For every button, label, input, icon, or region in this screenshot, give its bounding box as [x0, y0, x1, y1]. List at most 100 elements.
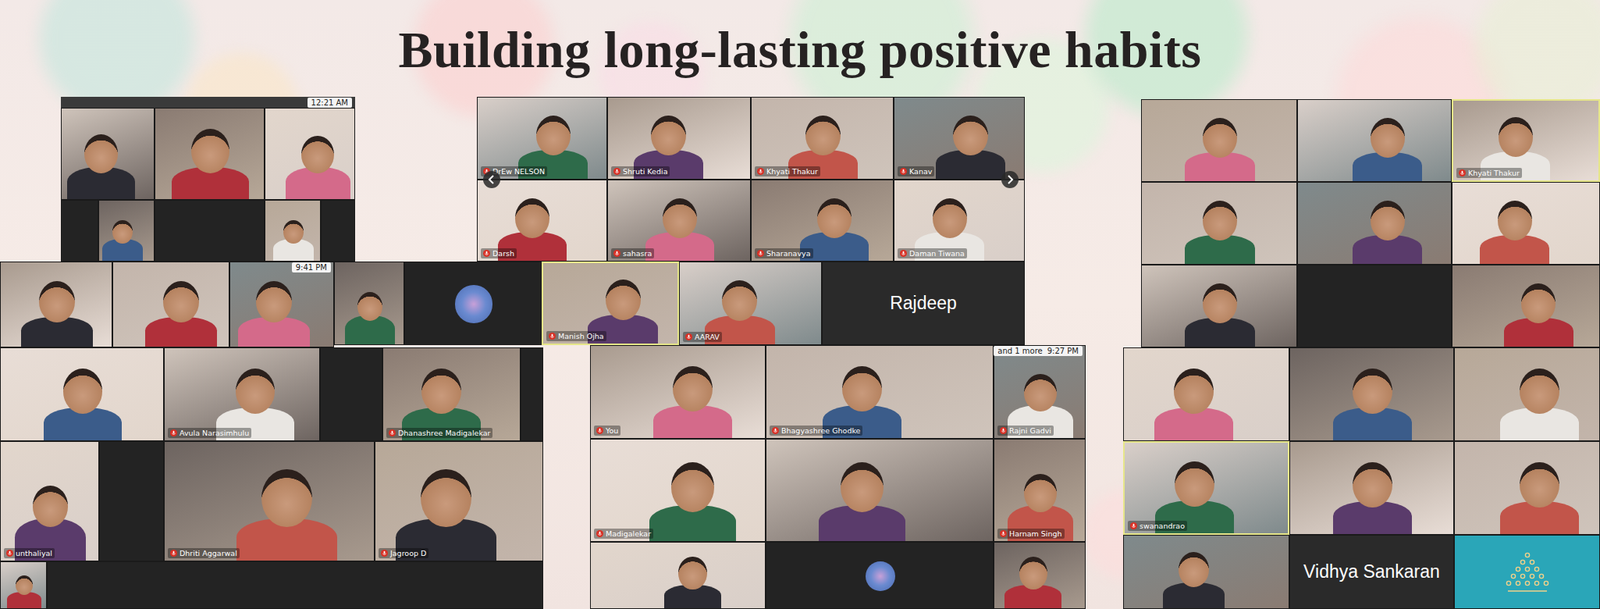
participant-tile[interactable]: [1451, 264, 1600, 348]
participant-tile[interactable]: Jagroop D: [374, 440, 544, 562]
participant-tile[interactable]: [993, 541, 1086, 609]
empty-tile: [321, 200, 355, 261]
participant-tile[interactable]: Dhanashree Madigalekar: [382, 347, 521, 441]
participant-label: swanandrao: [1127, 520, 1188, 531]
participant-tile[interactable]: Harnam Singh: [993, 438, 1086, 542]
person-face: [283, 220, 304, 244]
participant-tile[interactable]: [404, 261, 542, 345]
video-feed: [1123, 348, 1289, 441]
participant-tile[interactable]: Avula Narasimhulu: [163, 347, 320, 441]
mic-icon: [596, 426, 604, 434]
participant-tile[interactable]: [1141, 181, 1298, 265]
video-feed: [1454, 348, 1600, 441]
participant-tile[interactable]: You: [590, 344, 766, 439]
person-face: [1352, 462, 1392, 508]
participant-tile[interactable]: [320, 347, 383, 441]
participant-tile[interactable]: Vidhya Sankaran: [1289, 534, 1455, 609]
participant-tile[interactable]: [154, 107, 265, 200]
video-feed: [1141, 99, 1297, 182]
participant-tile[interactable]: [1141, 264, 1298, 348]
next-page-icon[interactable]: [1001, 170, 1019, 189]
participant-tile[interactable]: [1297, 99, 1452, 182]
participant-tile[interactable]: [0, 347, 164, 441]
participant-tile[interactable]: [98, 199, 155, 262]
person-face: [671, 462, 715, 512]
participant-tile[interactable]: [765, 541, 994, 609]
participant-tile[interactable]: [154, 199, 265, 262]
person-face: [1019, 556, 1048, 590]
video-feed: [1452, 265, 1600, 347]
participant-tile[interactable]: Sharanavya: [750, 179, 894, 262]
participant-tile[interactable]: Daman Tiwana: [893, 179, 1025, 262]
person-face: [15, 575, 33, 595]
person-face: [672, 366, 712, 412]
participant-tile[interactable]: [0, 561, 47, 609]
person-face: [515, 198, 550, 239]
participant-tile[interactable]: [765, 438, 994, 542]
participant-tile[interactable]: Shruti Kedia: [607, 96, 751, 180]
slide-title: Building long-lasting positive habits: [398, 20, 1202, 80]
participant-tile[interactable]: unthaliyal: [0, 440, 100, 562]
participant-tile[interactable]: [320, 199, 356, 262]
participant-tile[interactable]: Dhriti Aggarwal: [163, 440, 375, 562]
participant-tile[interactable]: [264, 199, 321, 262]
video-feed: [230, 262, 334, 347]
mic-icon: [548, 332, 556, 340]
participant-tile[interactable]: Bhagyashree Ghodke: [765, 344, 994, 439]
participant-tile[interactable]: [264, 107, 356, 200]
participant-name: Manish Ojha: [558, 331, 605, 341]
person-face: [357, 291, 383, 321]
video-feed: [375, 441, 543, 561]
video-feed: [1290, 441, 1454, 534]
participant-tile[interactable]: DrEw NELSON: [476, 96, 608, 180]
participant-tile[interactable]: [1454, 440, 1600, 535]
video-feed: [164, 441, 374, 561]
participant-tile[interactable]: [46, 561, 544, 609]
participant-tile[interactable]: [1297, 264, 1452, 348]
participant-tile[interactable]: [520, 347, 544, 441]
avatar-tile: [405, 262, 541, 345]
participant-tile[interactable]: [229, 261, 335, 348]
participant-tile[interactable]: [1289, 440, 1455, 535]
participant-label: Khyati Thakur: [1456, 167, 1522, 178]
participant-tile[interactable]: Khyati Thakur: [750, 96, 894, 180]
empty-tile: [1297, 265, 1451, 347]
participant-tile[interactable]: [1123, 534, 1290, 609]
previous-page-icon[interactable]: [483, 170, 501, 189]
avatar-picture: [455, 284, 493, 323]
participant-tile[interactable]: Kanav: [893, 96, 1025, 180]
participant-name: Khyati Thakur: [766, 167, 818, 176]
video-feed: [994, 542, 1085, 608]
participant-tile[interactable]: [1297, 181, 1452, 265]
participant-tile[interactable]: [0, 261, 113, 348]
participant-tile[interactable]: swanandrao: [1123, 440, 1290, 535]
tile-row: Madigalekar Harnam Singh: [590, 438, 1086, 542]
participant-tile[interactable]: Rajdeep: [821, 261, 1025, 345]
participant-tile[interactable]: Manish Ojha: [541, 261, 680, 345]
participant-tile[interactable]: [99, 440, 164, 562]
participant-name: Kanav: [909, 167, 932, 176]
participant-tile[interactable]: [1123, 347, 1290, 441]
participant-tile[interactable]: [590, 541, 766, 609]
participant-tile[interactable]: [60, 107, 155, 200]
participant-tile[interactable]: [1451, 181, 1600, 265]
participant-label: Daman Tiwana: [897, 248, 968, 259]
participant-label: Shruti Kedia: [611, 166, 670, 177]
participant-tile[interactable]: [1289, 347, 1455, 441]
video-feed: [164, 348, 320, 441]
participant-tile[interactable]: sahasra: [607, 179, 751, 262]
tile-row: DrEw NELSON Shruti Kedia Khyati Thakur Kana…: [476, 96, 1025, 180]
participant-tile[interactable]: [60, 199, 99, 262]
participant-tile[interactable]: AARAV: [679, 261, 822, 345]
participant-name: DrEw NELSON: [492, 167, 545, 176]
participant-tile[interactable]: Rajni Gadvi: [993, 344, 1086, 439]
participant-tile[interactable]: Darsh: [476, 179, 608, 262]
participant-tile[interactable]: [1141, 99, 1298, 182]
participant-tile[interactable]: [334, 261, 405, 345]
meeting-window: Avula Narasimhulu Dhanashree Madigalekar u…: [0, 347, 544, 609]
participant-tile[interactable]: [1454, 347, 1600, 441]
participant-tile[interactable]: [112, 261, 230, 348]
participant-tile[interactable]: [1454, 534, 1600, 609]
participant-tile[interactable]: Khyati Thakur: [1451, 99, 1600, 182]
participant-tile[interactable]: Madigalekar: [590, 438, 766, 542]
